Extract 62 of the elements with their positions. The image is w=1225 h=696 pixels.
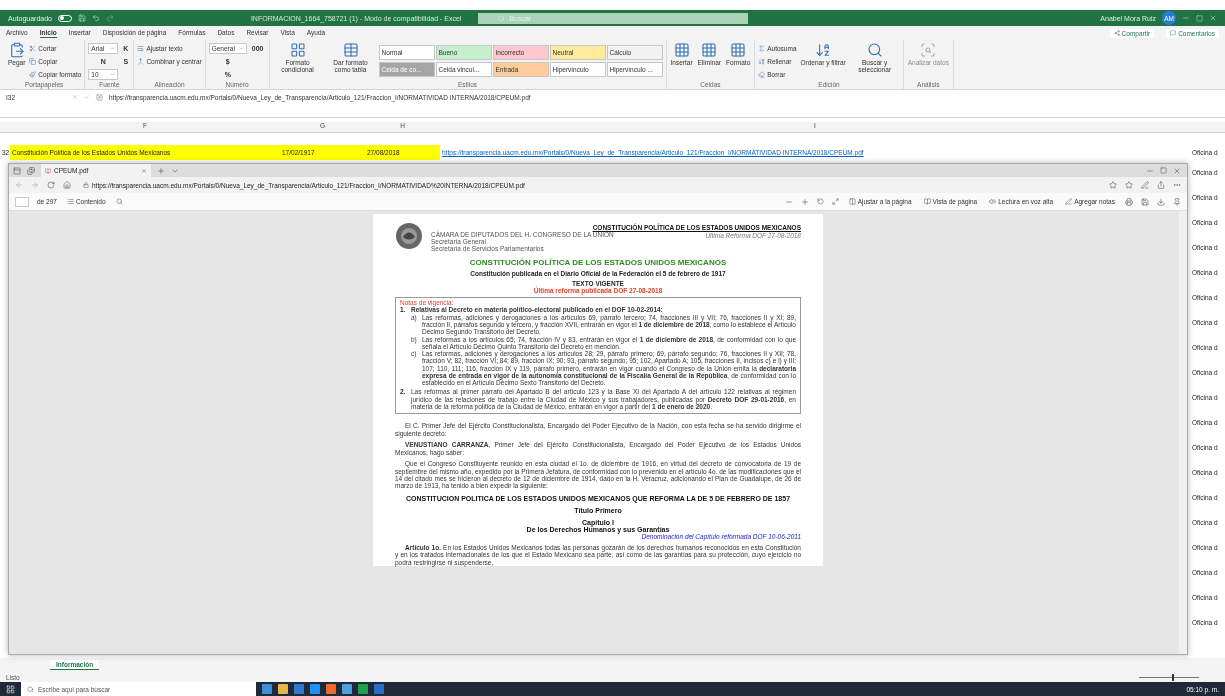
search-icon[interactable] xyxy=(115,198,123,205)
more-icon[interactable] xyxy=(1173,181,1181,189)
tabs-icon[interactable] xyxy=(13,166,21,175)
rotate-icon[interactable] xyxy=(816,198,824,205)
seal-icon xyxy=(395,222,423,250)
minimize-icon[interactable] xyxy=(1182,14,1190,22)
document-title: CONSTITUCIÓN POLÍTICA DE LOS ESTADOS UNIDOS MEXICANOS xyxy=(468,258,728,268)
star-icon[interactable] xyxy=(1109,181,1117,189)
pdf-icon xyxy=(45,167,51,174)
paintbrush-icon xyxy=(29,70,37,78)
favorites-icon[interactable] xyxy=(1125,181,1133,189)
forward-icon[interactable] xyxy=(31,181,39,189)
fit-page-icon xyxy=(848,198,856,205)
list-icon xyxy=(66,198,74,205)
chevron-down-icon xyxy=(110,45,116,51)
home-icon[interactable] xyxy=(63,181,71,189)
zoom-in-icon[interactable] xyxy=(800,197,809,206)
paste-icon xyxy=(8,42,25,58)
wrap-text-icon xyxy=(137,44,145,52)
pen-icon[interactable] xyxy=(1141,181,1149,189)
share-icon xyxy=(1113,30,1120,36)
expand-icon[interactable] xyxy=(831,198,839,205)
close-icon[interactable] xyxy=(141,167,147,174)
page-number-field[interactable] xyxy=(15,196,29,207)
save-icon[interactable] xyxy=(1141,197,1149,206)
table-icon xyxy=(342,42,359,58)
speaker-icon xyxy=(989,198,997,205)
copy-icon xyxy=(29,57,37,65)
undo-icon[interactable] xyxy=(92,14,100,22)
back-icon[interactable] xyxy=(15,181,23,189)
scan-icon xyxy=(920,42,937,58)
new-tab-icon[interactable] xyxy=(157,166,165,175)
search-icon xyxy=(498,14,506,22)
print-icon[interactable] xyxy=(1125,197,1133,206)
lock-icon xyxy=(83,182,89,188)
merge-icon xyxy=(137,57,145,65)
function-icon[interactable] xyxy=(96,94,103,101)
download-icon[interactable] xyxy=(1157,197,1165,206)
close-icon[interactable] xyxy=(1173,166,1181,175)
search-icon xyxy=(866,42,883,58)
book-icon xyxy=(923,198,931,205)
check-icon[interactable] xyxy=(84,94,90,100)
tabs-aside-icon[interactable] xyxy=(27,166,35,175)
pin-icon[interactable] xyxy=(1173,197,1181,206)
chevron-down-icon xyxy=(110,71,116,77)
eraser-icon xyxy=(758,70,766,78)
grid-icon xyxy=(673,42,690,58)
scrollbar[interactable] xyxy=(1179,211,1187,654)
sigma-icon xyxy=(758,44,766,52)
maximize-icon[interactable] xyxy=(1160,167,1167,174)
pen-icon xyxy=(1065,198,1073,205)
search-icon xyxy=(27,685,34,693)
chevron-down-icon xyxy=(238,45,244,51)
redo-icon[interactable] xyxy=(106,14,114,22)
share-icon[interactable] xyxy=(1157,181,1165,189)
scissors-icon xyxy=(29,44,37,52)
grid-icon xyxy=(730,42,747,58)
sort-az-icon xyxy=(815,42,832,58)
grid-icon xyxy=(701,42,718,58)
comment-icon xyxy=(1170,30,1177,36)
refresh-icon[interactable] xyxy=(47,181,55,189)
cancel-icon[interactable] xyxy=(72,94,78,100)
